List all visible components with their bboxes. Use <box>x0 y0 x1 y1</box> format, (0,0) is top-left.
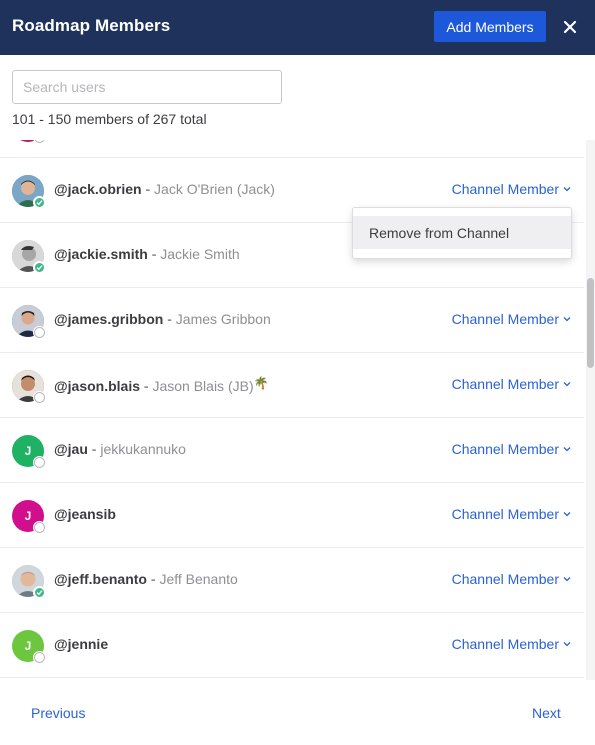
list-item: J @jau - jekkukannuko Channel Member <box>0 418 584 483</box>
avatar: J <box>12 435 46 469</box>
palm-tree-icon: 🌴 <box>253 376 269 390</box>
full-name: Jackie Smith <box>160 246 240 262</box>
chevron-down-icon <box>563 187 571 192</box>
chevron-down-icon <box>563 317 571 322</box>
avatar: J <box>12 500 46 534</box>
username: @jack.obrien <box>54 181 142 197</box>
modal-title: Roadmap Members <box>12 16 171 35</box>
previous-button[interactable]: Previous <box>31 705 85 721</box>
username: @jau <box>54 441 88 457</box>
status-offline-icon <box>33 456 46 469</box>
search-input[interactable] <box>12 70 282 104</box>
role-dropdown[interactable]: Channel Member <box>452 376 571 392</box>
role-label: Channel Member <box>451 571 559 587</box>
username: @jackie.smith <box>54 246 148 262</box>
role-dropdown[interactable]: Channel Member <box>452 506 571 522</box>
list-item: @jason.blais - Jason Blais (JB)🌴 Channel… <box>0 353 584 418</box>
avatar <box>12 240 46 274</box>
role-menu: Remove from Channel <box>352 207 572 259</box>
member-name: @jennie <box>54 636 108 652</box>
list-item: @jeff.benanto - Jeff Benanto Channel Mem… <box>0 548 584 613</box>
member-name: @jau - jekkukannuko <box>54 441 186 457</box>
close-icon[interactable] <box>560 17 580 37</box>
name-separator: - <box>146 571 160 587</box>
full-name: Jack O'Brien (Jack) <box>154 181 275 197</box>
member-name: @jackie.smith - Jackie Smith <box>54 246 240 262</box>
scrollbar-thumb[interactable] <box>587 278 594 368</box>
role-label: Channel Member <box>451 441 559 457</box>
add-members-button[interactable]: Add Members <box>434 11 546 42</box>
role-dropdown[interactable]: Channel Member <box>452 311 571 327</box>
member-name: @jack.obrien - Jack O'Brien (Jack) <box>54 181 275 197</box>
status-online-icon <box>33 261 46 274</box>
role-dropdown[interactable]: Channel Member <box>452 441 571 457</box>
scrollbar-track[interactable] <box>586 140 595 680</box>
username: @james.gribbon <box>54 311 164 327</box>
avatar <box>12 175 46 209</box>
role-dropdown[interactable]: Channel Member <box>452 571 571 587</box>
list-item <box>0 140 584 158</box>
modal-header: Roadmap Members Add Members <box>0 0 595 55</box>
name-separator: - <box>87 441 101 457</box>
role-label: Channel Member <box>451 181 559 197</box>
list-item: @james.gribbon - James Gribbon Channel M… <box>0 288 584 353</box>
chevron-down-icon <box>563 577 571 582</box>
username: @jeff.benanto <box>54 571 147 587</box>
full-name: Jeff Benanto <box>159 571 238 587</box>
full-name: James Gribbon <box>175 311 271 327</box>
name-separator: - <box>163 311 176 327</box>
status-offline-icon <box>33 521 46 534</box>
status-offline-icon <box>33 391 46 404</box>
member-name: @jeff.benanto - Jeff Benanto <box>54 571 238 587</box>
chevron-down-icon <box>563 447 571 452</box>
role-dropdown[interactable]: Channel Member <box>452 636 571 652</box>
member-count: 101 - 150 members of 267 total <box>12 111 207 127</box>
list-item: J @jeansib Channel Member <box>0 483 584 548</box>
member-name: @jason.blais - Jason Blais (JB)🌴 <box>54 376 269 394</box>
status-offline-icon <box>33 651 46 664</box>
member-name: @james.gribbon - James Gribbon <box>54 311 271 327</box>
avatar <box>12 370 46 404</box>
member-name: @jeansib <box>54 506 116 522</box>
status-online-icon <box>33 196 46 209</box>
chevron-down-icon <box>563 642 571 647</box>
name-separator: - <box>147 246 161 262</box>
username: @jeansib <box>54 506 116 522</box>
remove-from-channel-item[interactable]: Remove from Channel <box>353 216 571 249</box>
username: @jennie <box>54 636 109 652</box>
status-offline-icon <box>33 140 46 144</box>
avatar: J <box>12 630 46 664</box>
list-item: J @jennie Channel Member <box>0 613 584 678</box>
full-name: jekkukannuko <box>100 441 186 457</box>
role-label: Channel Member <box>451 636 559 652</box>
username: @jason.blais <box>54 378 141 394</box>
avatar <box>12 565 46 599</box>
pagination: Previous Next <box>0 680 595 745</box>
name-separator: - <box>140 378 153 394</box>
full-name: Jason Blais (JB) <box>152 378 254 394</box>
next-button[interactable]: Next <box>532 705 561 721</box>
name-separator: - <box>141 181 155 197</box>
role-label: Channel Member <box>451 376 559 392</box>
status-online-icon <box>33 586 46 599</box>
role-label: Channel Member <box>451 506 559 522</box>
avatar <box>12 305 46 339</box>
role-label: Channel Member <box>451 311 559 327</box>
avatar <box>12 140 46 144</box>
chevron-down-icon <box>563 382 571 387</box>
status-offline-icon <box>33 326 46 339</box>
role-dropdown[interactable]: Channel Member <box>452 181 571 197</box>
chevron-down-icon <box>563 512 571 517</box>
